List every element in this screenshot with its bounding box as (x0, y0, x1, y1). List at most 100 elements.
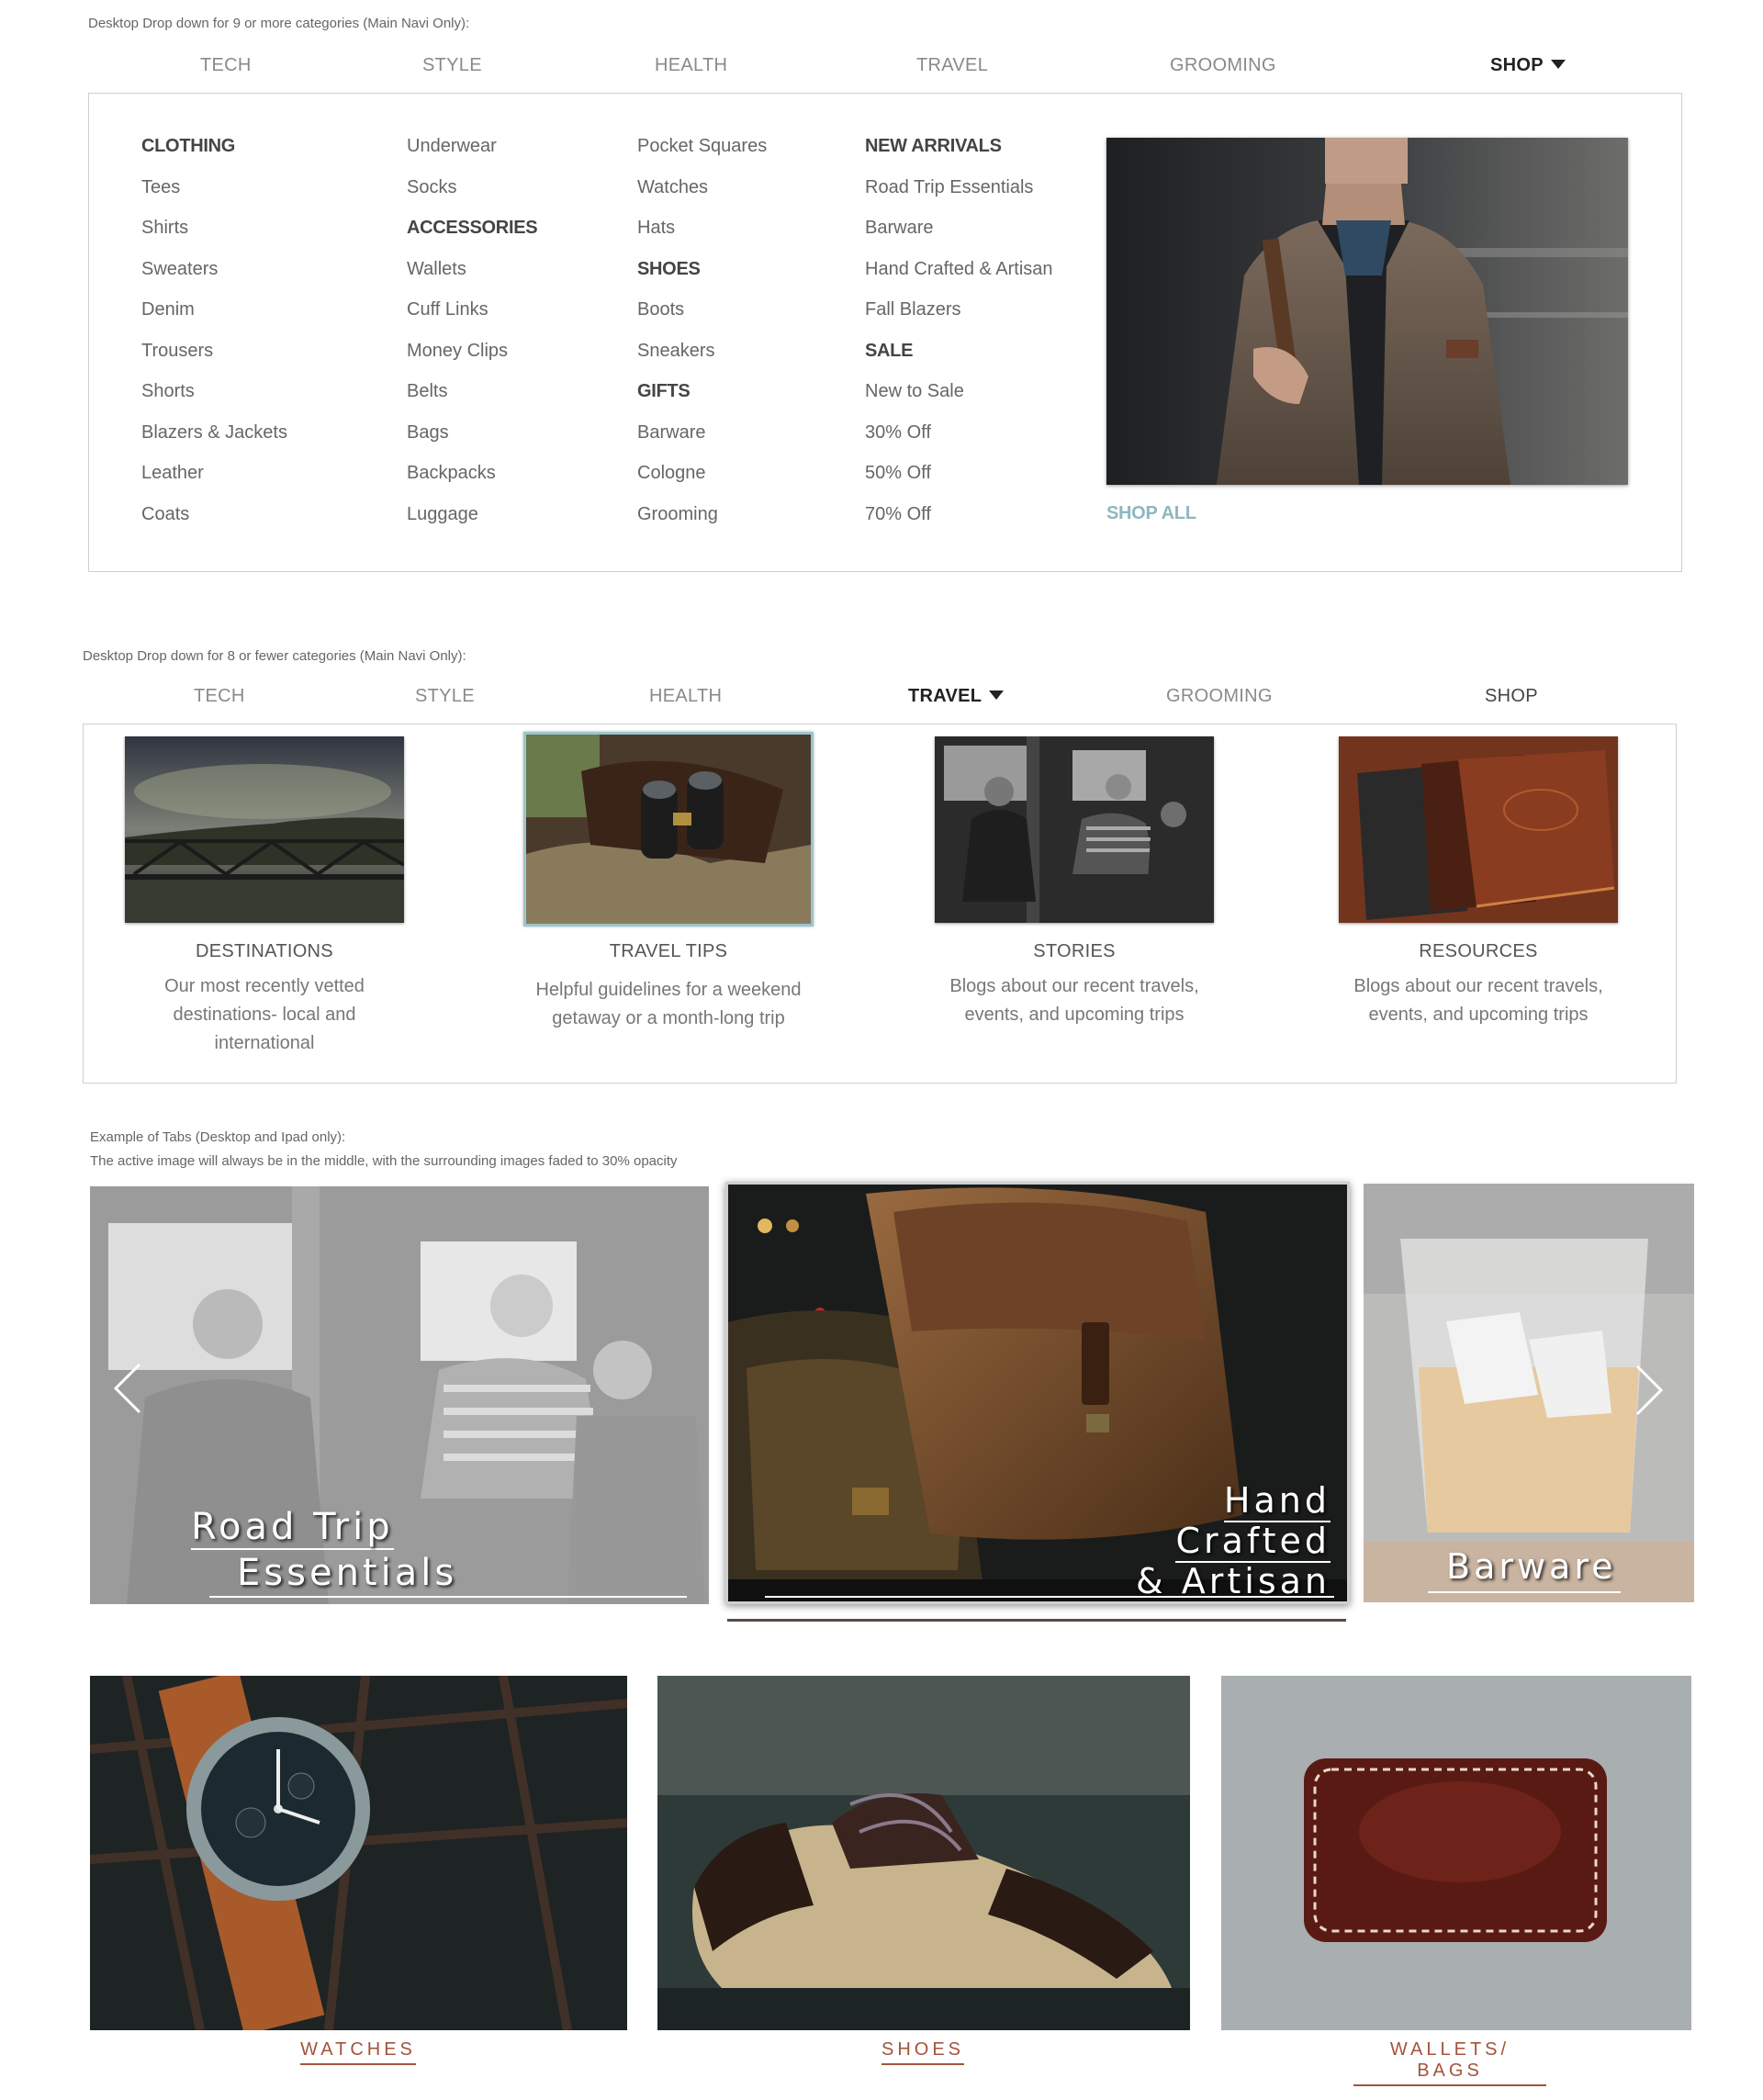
menu-item[interactable]: Grooming (637, 494, 767, 535)
menu-item[interactable]: Cologne (637, 453, 767, 494)
travel-dropdown-panel: DESTINATIONS Our most recently vetted de… (83, 724, 1677, 1084)
card-title-destinations[interactable]: DESTINATIONS (113, 941, 416, 962)
nav-tech[interactable]: TECH (200, 55, 252, 76)
menu-item[interactable]: Socks (407, 167, 537, 208)
menu-item[interactable]: Leather (141, 453, 287, 494)
menu-item[interactable]: New to Sale (865, 371, 1053, 412)
featured-image-man-jacket[interactable] (1106, 138, 1628, 485)
menu-item[interactable]: Backpacks (407, 453, 537, 494)
menu-heading-gifts[interactable]: GIFTS (637, 371, 767, 412)
menu-item[interactable]: Road Trip Essentials (865, 167, 1053, 208)
desc-line: Helpful guidelines for a weekend (535, 980, 802, 1000)
desc-line: events, and upcoming trips (964, 1005, 1185, 1025)
category-label-watches[interactable]: WATCHES (300, 2039, 416, 2065)
menu-item[interactable]: Sweaters (141, 249, 287, 290)
menu-item[interactable]: Underwear (407, 126, 537, 167)
card-desc-destinations: Our most recently vetted destinations- l… (113, 972, 416, 1058)
nav-shop-active[interactable]: SHOP (1490, 55, 1566, 76)
nav-style[interactable]: STYLE (415, 686, 475, 707)
menu-item[interactable]: Trousers (141, 331, 287, 372)
tab-underline (209, 1596, 687, 1598)
main-nav-small: TECH STYLE HEALTH TRAVEL GROOMING SHOP (83, 686, 1676, 723)
menu-item[interactable]: Barware (637, 412, 767, 454)
menu-item[interactable]: Barware (865, 208, 1053, 249)
menu-item[interactable]: Wallets (407, 249, 537, 290)
menu-item[interactable]: 50% Off (865, 453, 1053, 494)
menu-item[interactable]: Belts (407, 371, 537, 412)
nav-shop[interactable]: SHOP (1485, 686, 1538, 707)
menu-item[interactable]: Shirts (141, 208, 287, 249)
chevron-right-icon[interactable] (1630, 1363, 1667, 1418)
man-jacket-photo (1106, 138, 1628, 485)
tab-label-road-trip: Road Trip (191, 1506, 394, 1550)
menu-item[interactable]: Hats (637, 208, 767, 249)
menu-item[interactable]: Watches (637, 167, 767, 208)
section1-note: Desktop Drop down for 9 or more categori… (88, 16, 470, 31)
wallet-photo (1221, 1676, 1691, 2030)
shoes-image[interactable] (657, 1676, 1190, 2030)
menu-item[interactable]: Pocket Squares (637, 126, 767, 167)
resources-image[interactable] (1339, 736, 1618, 923)
desc-line: getaway or a month-long trip (552, 1008, 785, 1028)
travel-tips-image[interactable] (523, 732, 814, 926)
tab-road-trip-essentials[interactable]: Road Trip Essentials (90, 1186, 709, 1604)
desc-line: international (214, 1033, 315, 1053)
tab-barware[interactable]: Barware (1364, 1184, 1694, 1602)
desc-line: events, and upcoming trips (1368, 1005, 1589, 1025)
destinations-image[interactable] (125, 736, 404, 923)
nav-tech[interactable]: TECH (194, 686, 245, 707)
card-title-travel-tips[interactable]: TRAVEL TIPS (517, 941, 820, 962)
menu-heading-shoes[interactable]: SHOES (637, 249, 767, 290)
category-label-wallets-bags[interactable]: WALLETS/ BAGS (1353, 2039, 1546, 2086)
nav-travel[interactable]: TRAVEL (916, 55, 988, 76)
wallets-bags-image[interactable] (1221, 1676, 1691, 2030)
menu-item[interactable]: Shorts (141, 371, 287, 412)
nav-grooming[interactable]: GROOMING (1170, 55, 1276, 76)
desc-line: destinations- local and (173, 1005, 356, 1025)
menu-item[interactable]: Blazers & Jackets (141, 412, 287, 454)
road-trip-photo (90, 1186, 709, 1604)
tab-label-essentials: Essentials (237, 1552, 458, 1594)
shop-all-link[interactable]: SHOP ALL (1106, 503, 1196, 524)
caret-down-icon (989, 691, 1005, 700)
menu-item[interactable]: 70% Off (865, 494, 1053, 535)
tab-underline (765, 1596, 1334, 1598)
card-title-stories[interactable]: STORIES (923, 941, 1226, 962)
menu-item[interactable]: Money Clips (407, 331, 537, 372)
menu-column-3: Pocket Squares Watches Hats SHOES Boots … (637, 126, 767, 534)
stories-image[interactable] (935, 736, 1214, 923)
card-desc-resources: Blogs about our recent travels, events, … (1327, 972, 1630, 1029)
menu-heading-sale[interactable]: SALE (865, 331, 1053, 372)
category-label-shoes[interactable]: SHOES (882, 2039, 964, 2065)
section2-note: Desktop Drop down for 8 or fewer categor… (83, 648, 466, 664)
watches-image[interactable] (90, 1676, 627, 2030)
menu-item[interactable]: Tees (141, 167, 287, 208)
nav-style[interactable]: STYLE (422, 55, 482, 76)
menu-item[interactable]: Fall Blazers (865, 289, 1053, 331)
tab-hand-crafted-artisan-active[interactable]: Hand Crafted & Artisan (725, 1182, 1350, 1604)
menu-item[interactable]: Boots (637, 289, 767, 331)
menu-heading-clothing[interactable]: CLOTHING (141, 126, 287, 167)
menu-item[interactable]: Hand Crafted & Artisan (865, 249, 1053, 290)
nav-travel-active[interactable]: TRAVEL (908, 686, 1005, 707)
chevron-left-icon[interactable] (110, 1361, 147, 1416)
menu-item[interactable]: Bags (407, 412, 537, 454)
menu-item[interactable]: Coats (141, 494, 287, 535)
menu-item[interactable]: Luggage (407, 494, 537, 535)
menu-item[interactable]: Sneakers (637, 331, 767, 372)
desc-line: Blogs about our recent travels, (1353, 976, 1603, 996)
menu-item[interactable]: Cuff Links (407, 289, 537, 331)
nav-health[interactable]: HEALTH (649, 686, 722, 707)
menu-heading-new-arrivals[interactable]: NEW ARRIVALS (865, 126, 1053, 167)
main-nav-large: TECH STYLE HEALTH TRAVEL GROOMING SHOP (88, 55, 1681, 92)
nav-travel-label: TRAVEL (908, 686, 983, 706)
card-title-resources[interactable]: RESOURCES (1327, 941, 1630, 962)
menu-column-1: CLOTHING Tees Shirts Sweaters Denim Trou… (141, 126, 287, 534)
menu-item[interactable]: 30% Off (865, 412, 1053, 454)
nav-health[interactable]: HEALTH (655, 55, 727, 76)
menu-heading-accessories[interactable]: ACCESSORIES (407, 208, 538, 249)
nav-grooming[interactable]: GROOMING (1166, 686, 1273, 707)
tab-label-barware: Barware (1446, 1546, 1617, 1587)
tab-label-hand: Hand (1223, 1480, 1331, 1522)
menu-item[interactable]: Denim (141, 289, 287, 331)
